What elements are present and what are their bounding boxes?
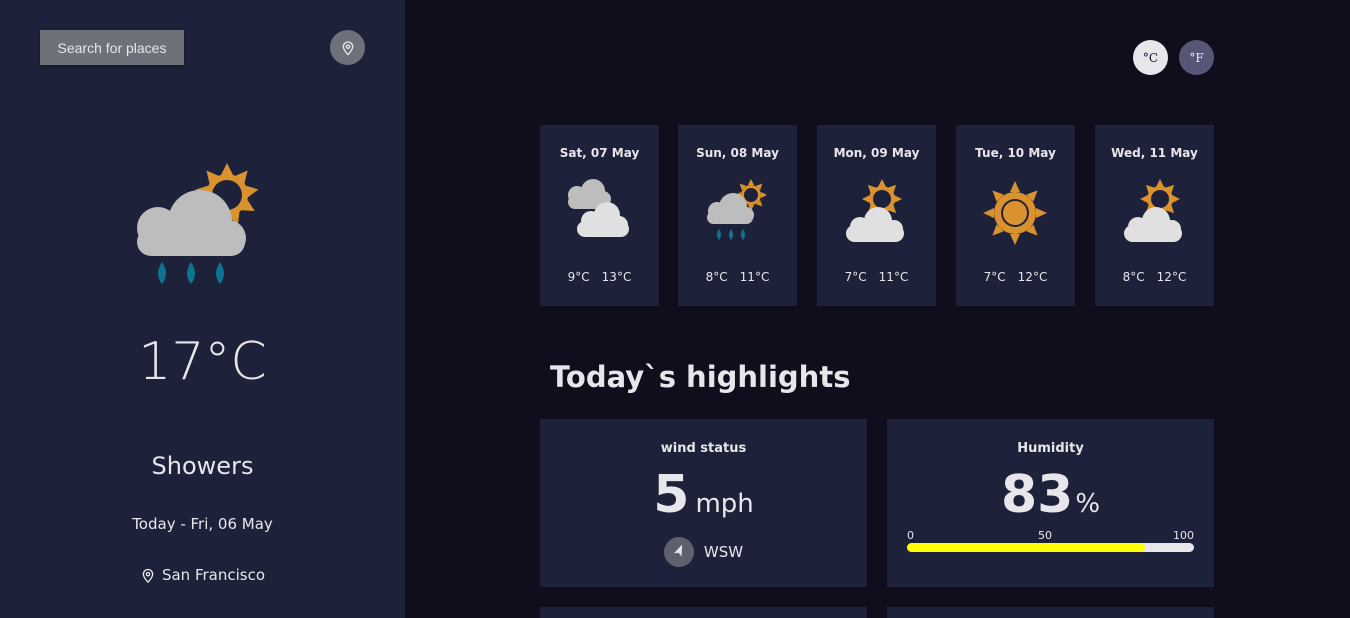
- wind-speed: 5: [653, 465, 690, 525]
- showers-sun-icon: [137, 163, 259, 284]
- fahrenheit-toggle[interactable]: °F: [1179, 40, 1214, 75]
- current-temperature: 17°C: [138, 332, 267, 392]
- forecast-temps: 9°C 13°C: [540, 270, 659, 284]
- current-location-button[interactable]: [330, 30, 365, 65]
- forecast-min: 8°C: [705, 270, 728, 284]
- scale-max: 100: [1173, 529, 1194, 542]
- wind-direction: WSW: [540, 537, 867, 567]
- scale-min: 0: [907, 529, 914, 542]
- forecast-min: 7°C: [983, 270, 1006, 284]
- humidity-card: Humidity 83% 0 50 100: [887, 419, 1214, 587]
- wind-value: 5 mph: [540, 465, 867, 525]
- forecast-card: Sat, 07 May 9°C 13°C: [540, 125, 659, 306]
- humidity-unit: %: [1075, 489, 1101, 519]
- forecast-day: Sat, 07 May: [559, 146, 640, 160]
- wind-status-label: wind status: [660, 441, 747, 456]
- forecast-max: 13°C: [601, 270, 632, 284]
- light-cloud-icon: [846, 179, 904, 242]
- forecast-max: 11°C: [739, 270, 770, 284]
- clear-icon: [983, 181, 1047, 245]
- humidity-number: 83: [1000, 465, 1074, 525]
- forecast-day: Mon, 09 May: [833, 146, 920, 160]
- forecast-card: Tue, 10 May 7°C 12°C: [956, 125, 1075, 306]
- wind-direction-label: WSW: [703, 543, 744, 561]
- location-pin-icon: [142, 568, 154, 583]
- location-name: San Francisco: [161, 566, 266, 584]
- forecast-card: Mon, 09 May 7°C 11°C: [817, 125, 936, 306]
- forecast-day: Sun, 08 May: [696, 146, 779, 160]
- wind-status-card: wind status 5 mph WSW: [540, 419, 867, 587]
- current-location: San Francisco: [0, 566, 405, 584]
- search-places-button[interactable]: Search for places: [40, 30, 184, 65]
- forecast-day: Tue, 10 May: [975, 146, 1056, 160]
- celsius-toggle[interactable]: °C: [1133, 40, 1168, 75]
- heavy-cloud-icon: [568, 179, 629, 237]
- location-pin-icon: [342, 40, 353, 56]
- forecast-temps: 8°C 12°C: [1095, 270, 1214, 284]
- forecast-max: 12°C: [1017, 270, 1048, 284]
- forecast-day: Wed, 11 May: [1111, 146, 1198, 160]
- forecast-temps: 7°C 11°C: [817, 270, 936, 284]
- sidebar: Search for places 17°C Showers Today - F…: [0, 0, 405, 618]
- highlights-title: Today`s highlights: [550, 360, 851, 394]
- humidity-bar: [907, 543, 1194, 552]
- forecast-card: Sun, 08 May 8°C 11°C: [678, 125, 797, 306]
- wind-unit: mph: [695, 489, 754, 519]
- forecast-max: 12°C: [1156, 270, 1187, 284]
- current-date: Today - Fri, 06 May: [132, 515, 273, 533]
- scale-mid: 50: [1038, 529, 1052, 542]
- forecast-min: 8°C: [1122, 270, 1145, 284]
- visibility-card: [540, 607, 867, 618]
- humidity-label: Humidity: [1017, 441, 1084, 456]
- showers-icon: [707, 179, 767, 240]
- forecast-card: Wed, 11 May 8°C 12°C: [1095, 125, 1214, 306]
- air-pressure-card: [887, 607, 1214, 618]
- forecast-min: 9°C: [567, 270, 590, 284]
- navigation-arrow-icon: [663, 537, 694, 567]
- forecast-min: 7°C: [844, 270, 867, 284]
- forecast-temps: 8°C 11°C: [678, 270, 797, 284]
- current-condition: Showers: [151, 452, 254, 480]
- humidity-value: 83%: [887, 465, 1214, 525]
- forecast-max: 11°C: [878, 270, 909, 284]
- light-cloud-icon: [1124, 179, 1182, 242]
- forecast-temps: 7°C 12°C: [956, 270, 1075, 284]
- humidity-bar-fill: [907, 543, 1146, 552]
